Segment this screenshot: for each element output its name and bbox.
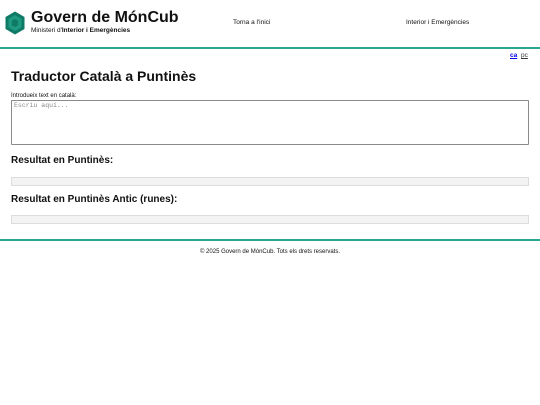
language-option-ca[interactable]: ca (510, 52, 517, 60)
footer-divider (0, 239, 540, 241)
catalan-text-input[interactable] (11, 100, 529, 145)
ministry-subtitle-name: Interior i Emergències (61, 27, 131, 34)
footer-copyright: © 2025 Govern de MónCub. Tots els drets … (199, 249, 341, 255)
site-title: Govern de MónCub (31, 9, 179, 26)
nav-home-link[interactable]: Torna a l'inici (233, 19, 270, 27)
input-label: Introdueix text en català: (11, 93, 77, 99)
result-runes-title: Resultat en Puntinès Antic (runes): (11, 194, 178, 205)
result-puntines-title: Resultat en Puntinès: (11, 155, 114, 166)
page-title: Traductor Català a Puntinès (11, 68, 197, 84)
ministry-subtitle-prefix: Ministeri d' (31, 27, 62, 34)
language-option-pc[interactable]: pc (521, 52, 528, 60)
site-header: Govern de MónCub Ministeri d'Interior i … (0, 0, 540, 47)
hexagon-logo-icon (5, 11, 25, 35)
result-puntines-output (11, 177, 529, 186)
ministry-subtitle: Ministeri d'Interior i Emergències (31, 27, 130, 35)
header-divider (0, 47, 540, 49)
result-runes-output (11, 215, 529, 224)
nav-ministry-link[interactable]: Interior i Emergències (406, 19, 469, 27)
